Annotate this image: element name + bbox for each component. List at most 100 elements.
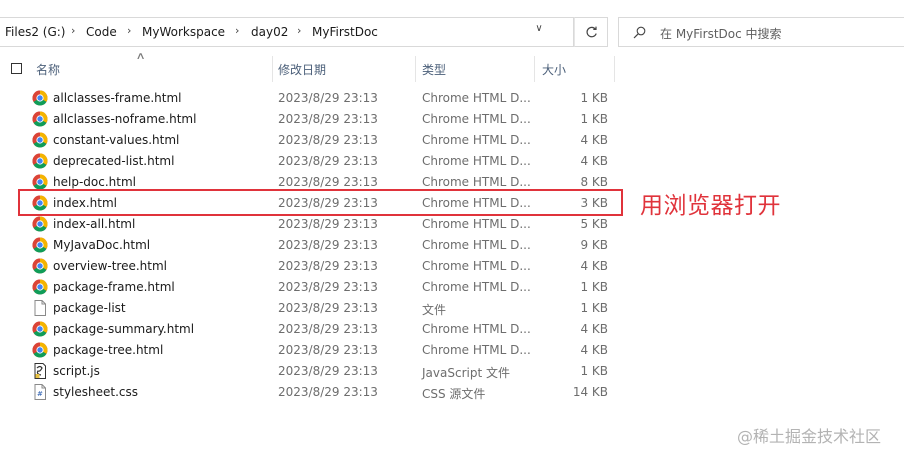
file-date: 2023/8/29 23:13	[278, 259, 378, 273]
file-type: Chrome HTML D...	[422, 280, 531, 294]
file-type: Chrome HTML D...	[422, 217, 531, 231]
file-type: Chrome HTML D...	[422, 112, 531, 126]
file-row[interactable]: overview-tree.html 2023/8/29 23:13 Chrome …	[0, 256, 904, 277]
chrome-icon	[32, 279, 48, 295]
file-size: 1 KB	[580, 280, 608, 294]
file-row[interactable]: MyJavaDoc.html 2023/8/29 23:13 Chrome HTML…	[0, 235, 904, 256]
file-row[interactable]: constant-values.html 2023/8/29 23:13 Chrom…	[0, 130, 904, 151]
file-size: 1 KB	[580, 364, 608, 378]
file-type: Chrome HTML D...	[422, 91, 531, 105]
file-name: package-summary.html	[53, 322, 195, 336]
file-name: deprecated-list.html	[53, 154, 175, 168]
chrome-icon	[32, 153, 48, 169]
file-size: 4 KB	[580, 154, 608, 168]
file-name: overview-tree.html	[53, 259, 168, 273]
search-box[interactable]: 在 MyFirstDoc 中搜索	[618, 17, 904, 47]
column-header: ∧ 名称 修改日期 类型 大小	[0, 51, 904, 84]
file-size: 5 KB	[580, 217, 608, 231]
file-size: 1 KB	[580, 112, 608, 126]
search-placeholder[interactable]: 在 MyFirstDoc 中搜索	[660, 25, 782, 42]
select-all-checkbox[interactable]	[11, 63, 22, 74]
chrome-icon	[32, 216, 48, 232]
file-size: 1 KB	[580, 301, 608, 315]
file-name: help-doc.html	[53, 175, 136, 189]
column-divider[interactable]	[614, 56, 615, 82]
breadcrumb-myworkspace[interactable]: MyWorkspace	[142, 25, 225, 39]
file-name: package-tree.html	[53, 343, 164, 357]
file-size: 4 KB	[580, 133, 608, 147]
file-row[interactable]: package-frame.html 2023/8/29 23:13 Chrome …	[0, 277, 904, 298]
file-size: 14 KB	[572, 385, 608, 399]
file-date: 2023/8/29 23:13	[278, 112, 378, 126]
file-type: JavaScript 文件	[422, 366, 510, 380]
column-date[interactable]: 修改日期	[278, 61, 326, 78]
file-name: allclasses-noframe.html	[53, 112, 197, 126]
file-date: 2023/8/29 23:13	[278, 133, 378, 147]
svg-text:#: #	[37, 390, 43, 398]
watermark: @稀土掘金技术社区	[737, 427, 882, 446]
chevron-right-icon[interactable]: ›	[127, 24, 131, 37]
annotation-label: 用浏览器打开	[640, 193, 781, 219]
column-divider[interactable]	[272, 56, 273, 82]
refresh-button[interactable]	[574, 17, 608, 47]
file-row[interactable]: # stylesheet.css 2023/8/29 23:13 CSS 源文件 14 …	[0, 382, 904, 403]
file-date: 2023/8/29 23:13	[278, 322, 378, 336]
breadcrumb-day02[interactable]: day02	[251, 25, 288, 39]
script-file-icon	[32, 363, 48, 379]
file-date: 2023/8/29 23:13	[278, 175, 378, 189]
column-size[interactable]: 大小	[542, 61, 566, 78]
chrome-icon	[32, 237, 48, 253]
file-date: 2023/8/29 23:13	[278, 343, 378, 357]
breadcrumb-myfirstdoc[interactable]: MyFirstDoc	[312, 25, 378, 39]
chrome-icon	[32, 111, 48, 127]
address-bar[interactable]: Files2 (G:) › Code › MyWorkspace › day02…	[0, 17, 574, 47]
file-type: Chrome HTML D...	[422, 154, 531, 168]
file-name: package-list	[53, 301, 126, 315]
file-size: 4 KB	[580, 259, 608, 273]
chevron-down-icon[interactable]: ∨	[531, 23, 547, 41]
refresh-icon	[586, 26, 597, 38]
file-type: Chrome HTML D...	[422, 133, 531, 147]
file-size: 8 KB	[580, 175, 608, 189]
file-date: 2023/8/29 23:13	[278, 154, 378, 168]
file-row[interactable]: package-tree.html 2023/8/29 23:13 Chrome H…	[0, 340, 904, 361]
file-date: 2023/8/29 23:13	[278, 280, 378, 294]
file-type: Chrome HTML D...	[422, 175, 531, 189]
chevron-right-icon[interactable]: ›	[71, 24, 75, 37]
file-name: package-frame.html	[53, 280, 175, 294]
file-name: constant-values.html	[53, 133, 180, 147]
file-name: allclasses-frame.html	[53, 91, 182, 105]
file-type: CSS 源文件	[422, 387, 486, 401]
column-divider[interactable]	[415, 56, 416, 82]
file-type: 文件	[422, 303, 447, 317]
column-type[interactable]: 类型	[422, 61, 446, 78]
breadcrumb-drive[interactable]: Files2 (G:)	[5, 25, 66, 39]
file-date: 2023/8/29 23:13	[278, 385, 378, 399]
file-row[interactable]: deprecated-list.html 2023/8/29 23:13 Chrom…	[0, 151, 904, 172]
file-name: MyJavaDoc.html	[53, 238, 151, 252]
file-row[interactable]: script.js 2023/8/29 23:13 JavaScript 文件 1 K…	[0, 361, 904, 382]
file-row[interactable]: allclasses-noframe.html 2023/8/29 23:13 Ch…	[0, 109, 904, 130]
file-icon	[32, 300, 48, 316]
chrome-icon	[32, 90, 48, 106]
file-date: 2023/8/29 23:13	[278, 238, 378, 252]
file-date: 2023/8/29 23:13	[278, 301, 378, 315]
chrome-icon	[32, 321, 48, 337]
column-name[interactable]: 名称	[36, 61, 60, 78]
chevron-right-icon[interactable]: ›	[235, 24, 239, 37]
file-name: stylesheet.css	[53, 385, 139, 399]
breadcrumb-code[interactable]: Code	[86, 25, 117, 39]
highlight-box	[18, 189, 623, 216]
file-row[interactable]: package-summary.html 2023/8/29 23:13 Chrom…	[0, 319, 904, 340]
file-name: script.js	[53, 364, 100, 378]
chrome-icon	[32, 174, 48, 190]
css-file-icon: #	[32, 384, 48, 400]
file-date: 2023/8/29 23:13	[278, 217, 378, 231]
file-row[interactable]: package-list 2023/8/29 23:13 文件 1 KB	[0, 298, 904, 319]
column-divider[interactable]	[534, 56, 535, 82]
search-icon	[633, 26, 646, 39]
file-type: Chrome HTML D...	[422, 238, 531, 252]
file-type: Chrome HTML D...	[422, 259, 531, 273]
chevron-right-icon[interactable]: ›	[297, 24, 301, 37]
file-row[interactable]: allclasses-frame.html 2023/8/29 23:13 Chro…	[0, 88, 904, 109]
